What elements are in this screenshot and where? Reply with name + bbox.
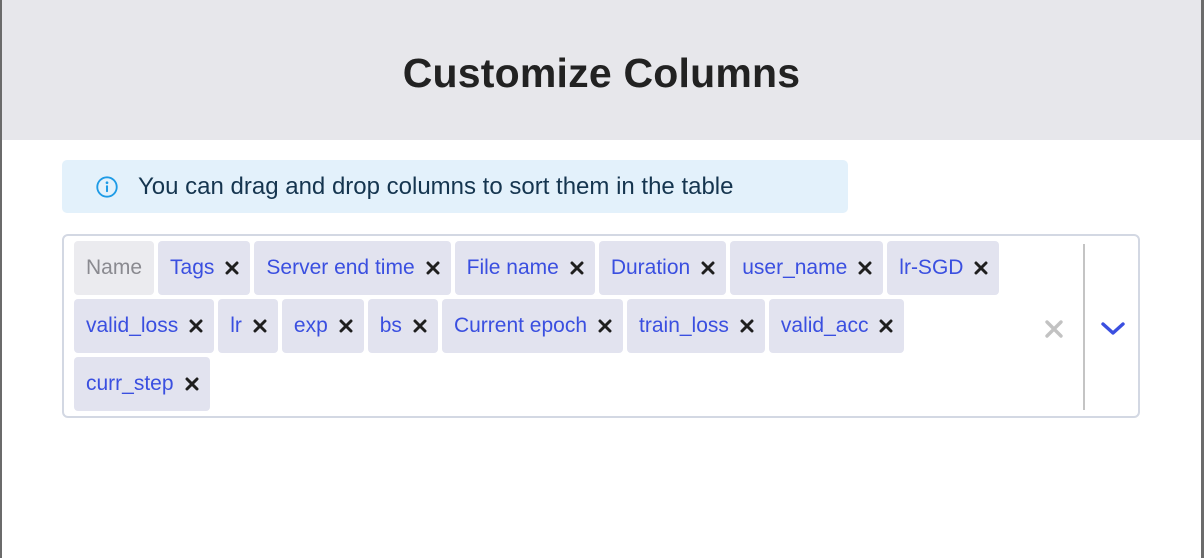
- column-chip[interactable]: Current epoch: [441, 299, 624, 353]
- chip-label: bs: [379, 314, 402, 337]
- customize-columns-dialog: Customize Columns You can drag and drop …: [2, 0, 1201, 558]
- chip-label: train_loss: [639, 314, 729, 337]
- fixed-column-chip-name: Name: [74, 241, 155, 295]
- close-x-icon[interactable]: [188, 318, 204, 334]
- close-x-icon[interactable]: [224, 260, 240, 276]
- column-chip[interactable]: lr: [218, 299, 278, 353]
- column-chip[interactable]: Tags: [158, 241, 251, 295]
- clear-all-icon[interactable]: [1043, 318, 1065, 340]
- chip-label: Name: [86, 256, 143, 279]
- info-text: You can drag and drop columns to sort th…: [138, 172, 734, 200]
- column-chip[interactable]: valid_loss: [74, 299, 215, 353]
- column-chip[interactable]: File name: [454, 241, 595, 295]
- column-chip[interactable]: curr_step: [74, 357, 210, 411]
- selected-columns-list: Name Tags Server end time File name Duratio…: [74, 241, 1014, 411]
- chip-label: user_name: [742, 256, 848, 279]
- close-x-icon[interactable]: [700, 260, 716, 276]
- columns-multi-select[interactable]: Name Tags Server end time File name Duratio…: [62, 234, 1140, 418]
- chip-label: Duration: [610, 256, 691, 279]
- close-x-icon[interactable]: [569, 260, 585, 276]
- chip-label: valid_acc: [780, 314, 869, 337]
- close-x-icon[interactable]: [878, 318, 894, 334]
- close-x-icon[interactable]: [597, 318, 613, 334]
- close-x-icon[interactable]: [857, 260, 873, 276]
- chip-label: exp: [293, 314, 328, 337]
- chip-label: Current epoch: [453, 314, 588, 337]
- chip-label: Tags: [170, 256, 215, 279]
- chip-label: lr-SGD: [899, 256, 964, 279]
- column-chip[interactable]: Server end time: [254, 241, 451, 295]
- close-x-icon[interactable]: [338, 318, 354, 334]
- dialog-title: Customize Columns: [402, 49, 801, 96]
- chip-label: lr: [230, 314, 242, 337]
- chevron-down-icon[interactable]: [1100, 318, 1126, 340]
- chip-label: Server end time: [266, 256, 415, 279]
- column-chip[interactable]: Duration: [598, 241, 727, 295]
- column-chip[interactable]: train_loss: [627, 299, 765, 353]
- chip-label: File name: [466, 256, 559, 279]
- column-chip[interactable]: bs: [367, 299, 438, 353]
- close-x-icon[interactable]: [252, 318, 268, 334]
- chip-label: valid_loss: [86, 314, 179, 337]
- close-x-icon[interactable]: [973, 260, 989, 276]
- info-banner: You can drag and drop columns to sort th…: [62, 160, 848, 213]
- chip-label: curr_step: [86, 372, 174, 395]
- close-x-icon[interactable]: [412, 318, 428, 334]
- close-x-icon[interactable]: [425, 260, 441, 276]
- column-chip[interactable]: exp: [281, 299, 364, 353]
- dialog-header: Customize Columns: [2, 0, 1201, 140]
- close-x-icon[interactable]: [184, 376, 200, 392]
- column-chip[interactable]: valid_acc: [768, 299, 905, 353]
- indicator-divider: [1083, 244, 1085, 410]
- column-chip[interactable]: lr-SGD: [887, 241, 1000, 295]
- column-chip[interactable]: user_name: [730, 241, 884, 295]
- close-x-icon[interactable]: [739, 318, 755, 334]
- info-circle-icon: [96, 175, 118, 198]
